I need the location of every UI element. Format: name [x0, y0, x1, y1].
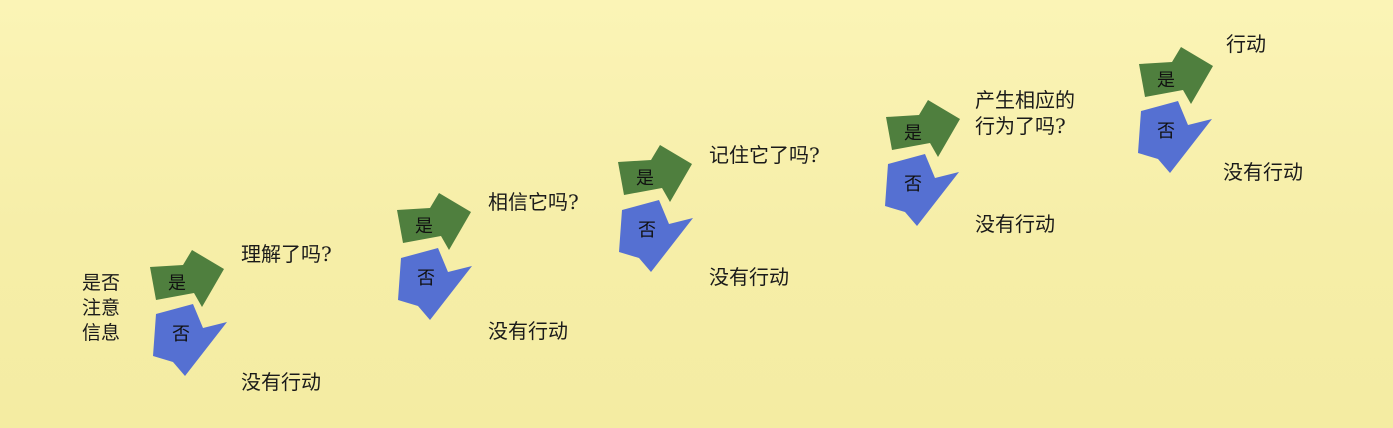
- stage-4-question: 产生相应的 行为了吗?: [975, 88, 1075, 138]
- stage-5-no-result: 没有行动: [1223, 160, 1303, 184]
- stage-4-no-label: 否: [904, 174, 922, 195]
- start-label: 是否 注意 信息: [82, 272, 121, 344]
- stage-5-no-label: 否: [1157, 121, 1175, 142]
- flowchart-canvas: 是否 注意 信息 是 否 理解了吗? 没有行动 是 否 相信它吗? 没有行动 是…: [0, 0, 1393, 428]
- stage-3-no-result: 没有行动: [709, 265, 789, 289]
- stage-4-yes-label: 是: [904, 123, 922, 144]
- stage-4-no-arrow: 否: [885, 154, 959, 226]
- stage-2-no-arrow-shape: [398, 248, 472, 320]
- stage-2-yes-label: 是: [415, 216, 433, 237]
- stage-5-yes-label: 是: [1157, 70, 1175, 91]
- stage-4-yes-arrow-shape: [886, 100, 960, 157]
- stage-1-yes-label: 是: [168, 273, 186, 294]
- stage-2-no-label: 否: [417, 268, 435, 289]
- stage-1-no-arrow: 否: [153, 304, 227, 376]
- stage-3-no-label: 否: [638, 220, 656, 241]
- stage-5-no-arrow: 否: [1138, 101, 1212, 173]
- stage-3-yes-label: 是: [636, 168, 654, 189]
- stage-2-question: 相信它吗?: [488, 190, 579, 214]
- stage-1-question: 理解了吗?: [241, 242, 332, 266]
- stage-2-no-result: 没有行动: [488, 319, 568, 343]
- stage-5-no-arrow-shape: [1138, 101, 1212, 173]
- stage-1-no-result: 没有行动: [241, 370, 321, 394]
- stage-3-no-arrow-shape: [619, 200, 693, 272]
- stage-1-no-arrow-shape: [153, 304, 227, 376]
- stage-4-no-arrow-shape: [885, 154, 959, 226]
- stage-1-no-label: 否: [172, 324, 190, 345]
- stage-2-no-arrow: 否: [398, 248, 472, 320]
- stage-5-question: 行动: [1226, 32, 1266, 56]
- stage-1-yes-arrow-shape: [150, 250, 224, 307]
- stage-5-yes-arrow-shape: [1139, 47, 1213, 104]
- stage-4-no-result: 没有行动: [975, 212, 1055, 236]
- stage-3-question: 记住它了吗?: [709, 143, 820, 167]
- stage-3-no-arrow: 否: [619, 200, 693, 272]
- stage-2-yes-arrow-shape: [397, 193, 471, 250]
- stage-3-yes-arrow-shape: [618, 145, 692, 202]
